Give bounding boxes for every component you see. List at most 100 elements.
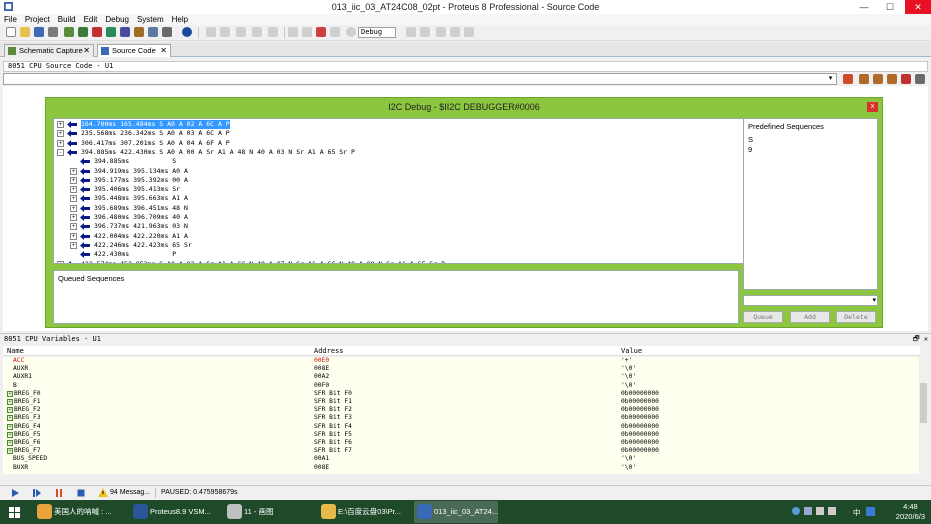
settings-icon[interactable]	[915, 74, 925, 84]
i2c-transaction-log[interactable]: +164.700ms 165.484ms S A0 A 02 A 6C A P +…	[53, 118, 783, 264]
expand-icon[interactable]: +	[57, 260, 64, 263]
predefined-item[interactable]: 9	[748, 145, 752, 154]
variable-row[interactable]: + BREG_F6 SFR Bit F6 0b00000000	[3, 439, 920, 447]
tab-close-icon[interactable]: ✕	[83, 45, 90, 57]
taskbar-item-proteus[interactable]: 013_iic_03_AT24...	[414, 501, 498, 523]
close-button[interactable]: ✕	[905, 0, 931, 14]
variable-row[interactable]: + BREG_F4 SFR Bit F4 0b00000000	[3, 423, 920, 431]
find-icon[interactable]	[288, 27, 298, 37]
expand-icon[interactable]: +	[70, 241, 77, 249]
menu-file[interactable]: File	[0, 14, 21, 25]
bom-icon[interactable]	[134, 27, 144, 37]
pause-icon[interactable]	[54, 488, 64, 498]
expand-icon[interactable]: +	[7, 407, 13, 414]
taskbar-item-browser[interactable]: 美国人的呐喊 : ...	[34, 501, 126, 523]
variable-row[interactable]: ACC 00E0 '+'	[3, 357, 920, 365]
variable-row[interactable]: AUXR1 00A2 '\0'	[3, 373, 920, 381]
expand-icon[interactable]: +	[7, 423, 13, 430]
collapse-icon[interactable]: -	[57, 148, 64, 156]
gear-icon[interactable]	[346, 27, 356, 37]
comment-icon[interactable]	[464, 27, 474, 37]
expand-icon[interactable]: +	[7, 431, 13, 438]
variable-row[interactable]: B 00F0 '\0'	[3, 382, 920, 390]
variable-row[interactable]: + BREG_F5 SFR Bit F5 0b00000000	[3, 431, 920, 439]
print-icon[interactable]	[268, 27, 278, 37]
expand-icon[interactable]: +	[7, 440, 13, 446]
step-into-icon[interactable]	[873, 74, 883, 84]
schematic-icon[interactable]	[78, 27, 88, 37]
column-name[interactable]: Name	[7, 346, 24, 356]
sequence-input-combo[interactable]: ▾	[743, 295, 878, 306]
expand-icon[interactable]: +	[7, 448, 13, 455]
expand-icon[interactable]: +	[70, 223, 77, 231]
ime-icon[interactable]	[866, 507, 875, 516]
menu-debug[interactable]: Debug	[101, 14, 133, 25]
expand-icon[interactable]: +	[57, 139, 64, 147]
variable-row[interactable]: + BREG_F7 SFR Bit F7 0b00000000	[3, 447, 920, 455]
variable-row[interactable]: AUXR 008E '\0'	[3, 365, 920, 373]
expand-icon[interactable]: +	[57, 130, 64, 138]
pcb-icon[interactable]	[92, 27, 102, 37]
expand-icon[interactable]: +	[70, 186, 77, 194]
variables-scrollbar[interactable]	[919, 357, 928, 474]
save-project-icon[interactable]	[34, 27, 44, 37]
expand-icon[interactable]: +	[70, 176, 77, 184]
menu-project[interactable]: Project	[21, 14, 54, 25]
messages-count[interactable]: 94 Messag...	[96, 488, 150, 498]
3d-icon[interactable]	[106, 27, 116, 37]
expand-icon[interactable]: +	[70, 204, 77, 212]
undo-icon[interactable]	[406, 27, 416, 37]
outdent-icon[interactable]	[450, 27, 460, 37]
step-icon[interactable]	[32, 488, 42, 498]
menu-edit[interactable]: Edit	[80, 14, 102, 25]
tab-source-code[interactable]: Source Code ✕	[97, 44, 171, 57]
expand-icon[interactable]: +	[7, 390, 13, 397]
replace-icon[interactable]	[302, 27, 312, 37]
scrollbar-thumb[interactable]	[920, 383, 927, 423]
help-icon[interactable]	[182, 27, 192, 37]
close-project-icon[interactable]	[48, 27, 58, 37]
build-icon[interactable]	[206, 27, 216, 37]
variable-row[interactable]: + BREG_F2 SFR Bit F2 0b00000000	[3, 406, 920, 414]
new-project-icon[interactable]	[6, 27, 16, 37]
bluetooth-icon[interactable]	[792, 507, 800, 515]
run-to-cursor-icon[interactable]	[843, 74, 853, 84]
variable-row[interactable]: + BREG_F0 SFR Bit F0 0b00000000	[3, 390, 920, 398]
expand-icon[interactable]: +	[70, 214, 77, 221]
menu-help[interactable]: Help	[168, 14, 192, 25]
menu-build[interactable]: Build	[54, 14, 80, 25]
tab-close-icon[interactable]: ✕	[160, 45, 167, 57]
stop-icon[interactable]	[76, 488, 86, 498]
variable-row[interactable]: + BREG_F3 SFR Bit F3 0b00000000	[3, 414, 920, 422]
variable-row[interactable]: + BREG_F1 SFR Bit F1 0b00000000	[3, 398, 920, 406]
taskbar-item-explorer[interactable]: E:\百度云盘03\Pr...	[318, 501, 404, 523]
gerber-icon[interactable]	[120, 27, 130, 37]
shield-icon[interactable]	[804, 507, 812, 515]
indent-icon[interactable]	[436, 27, 446, 37]
add-button[interactable]: Add	[790, 311, 830, 323]
input-language[interactable]: 中	[853, 507, 861, 518]
redo-icon[interactable]	[420, 27, 430, 37]
expand-icon[interactable]: +	[7, 415, 13, 422]
variables-table[interactable]: ACC 00E0 '+' AUXR 008E '\0' AUXR1 00A2 '\0' B 00F0…	[3, 357, 920, 474]
config-combo[interactable]: Debug	[358, 27, 396, 38]
column-value[interactable]: Value	[621, 346, 642, 356]
notes-icon[interactable]	[162, 27, 172, 37]
open-project-icon[interactable]	[20, 27, 30, 37]
predefined-item[interactable]: S	[748, 135, 753, 144]
step-over-icon[interactable]	[859, 74, 869, 84]
taskbar-item-paint[interactable]: 11 - 画图	[224, 501, 302, 523]
paste-icon[interactable]	[252, 27, 262, 37]
menu-system[interactable]: System	[133, 14, 168, 25]
stop-icon[interactable]	[316, 27, 326, 37]
expand-icon[interactable]: +	[70, 167, 77, 175]
home-icon[interactable]	[64, 27, 74, 37]
volume-icon[interactable]	[828, 507, 836, 515]
system-clock[interactable]: 4:48 2020/6/3	[896, 502, 925, 522]
expand-icon[interactable]: +	[70, 195, 77, 203]
expand-icon[interactable]: +	[57, 121, 64, 128]
minimize-button[interactable]: —	[851, 0, 877, 14]
start-button[interactable]	[0, 501, 30, 523]
variable-row[interactable]: BUXR 008E '\0'	[3, 464, 920, 472]
step-out-icon[interactable]	[887, 74, 897, 84]
